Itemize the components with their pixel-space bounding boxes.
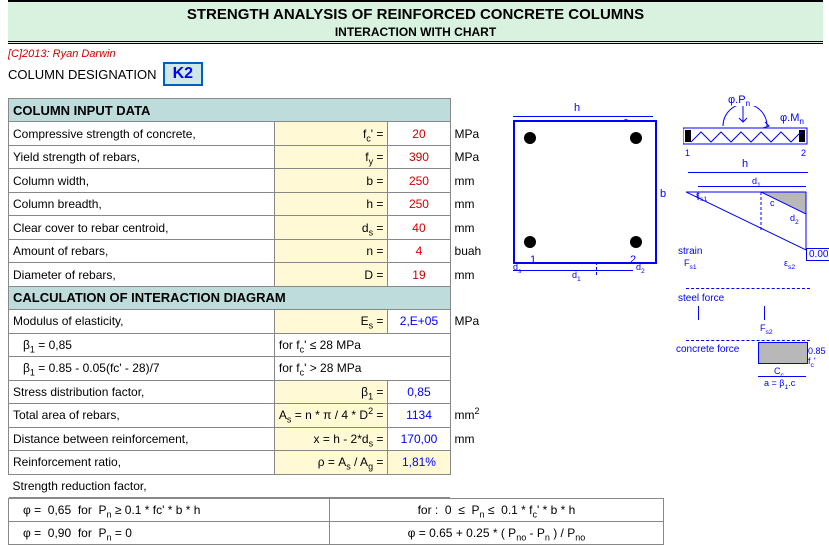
dim-h: h [574, 102, 580, 114]
phi-equation: φ = 0.65 + 0.25 * ( Pno - Pn ) / Pno [329, 522, 663, 545]
dim-h2: h [742, 158, 748, 170]
strain-label: strain [678, 246, 702, 257]
concrete-label: concrete force [676, 344, 739, 355]
unit-Es: MPa [450, 310, 497, 333]
svg-text:2: 2 [801, 148, 806, 158]
sym-Es: Es = [274, 310, 388, 333]
val-As: 1134 [388, 404, 450, 427]
cond-b1a: for fc' ≤ 28 MPa [274, 333, 450, 356]
lbl-Es: Modulus of elasticity, [9, 310, 275, 333]
phi-090: φ = 0,90 for Pn = 0 [9, 522, 330, 545]
sym-As: As = n * π / 4 * D2 = [274, 404, 388, 427]
val-h[interactable]: 250 [388, 192, 450, 215]
lbl-x: Distance between reinforcement, [9, 427, 275, 450]
sym-h: h = [274, 192, 388, 215]
lbl-b1: Stress distribution factor, [9, 380, 275, 403]
eps-003: 0.003 [806, 248, 829, 261]
unit-fy: MPa [450, 145, 497, 168]
phi-pn: φ.Pn [728, 94, 750, 106]
stress-block-icon [758, 342, 808, 364]
val-n[interactable]: 4 [388, 239, 450, 262]
unit-fc: MPa [450, 122, 497, 145]
Cc-label: Cc [774, 366, 784, 376]
dim-d1: d1 [572, 270, 581, 280]
val-fy[interactable]: 390 [388, 145, 450, 168]
val-D[interactable]: 19 [388, 263, 450, 286]
page-title: STRENGTH ANALYSIS OF REINFORCED CONCRETE… [8, 6, 823, 23]
lbl-b: Column width, [9, 169, 275, 192]
sym-n: n = [274, 239, 388, 262]
lbl-n: Amount of rebars, [9, 239, 275, 262]
unit-b: mm [450, 169, 497, 192]
section-head-input: COLUMN INPUT DATA [9, 99, 451, 122]
val-x: 170,00 [388, 427, 450, 450]
a-beta: a = β1.c [764, 378, 795, 388]
lbl-b1b: β1 = 0.85 - 0.05(fc' - 28)/7 [9, 357, 275, 380]
unit-h: mm [450, 192, 497, 215]
val-Es: 2,E+05 [388, 310, 450, 333]
lbl-b1a: β1 = 0,85 [9, 333, 275, 356]
val-ds[interactable]: 40 [388, 216, 450, 239]
Fs1-label: Fs1 [684, 258, 697, 268]
designation-label: COLUMN DESIGNATION [8, 67, 157, 82]
es2: εs2 [784, 258, 795, 268]
phi-for-range: for : 0 ≤ Pn ≤ 0.1 * fc' * b * h [329, 499, 663, 522]
unit-n: buah [450, 239, 497, 262]
designation-value[interactable]: K2 [163, 62, 203, 86]
copyright-text: [C]2013: Ryan Darwin [8, 48, 823, 60]
lbl-rho: Reinforcement ratio, [9, 451, 275, 474]
dim-d2: d2 [636, 262, 645, 272]
sym-ds: ds = [274, 216, 388, 239]
force-diagram-icon: 1 2 [683, 106, 813, 161]
phi-table: φ = 0,65 for Pn ≥ 0.1 * fc' * b * h for … [8, 498, 664, 545]
section-diagram: h c b ds 1 2 d1 d2 φ.Pn φ.Mn [508, 98, 818, 498]
unit-D: mm [450, 263, 497, 286]
lbl-ds: Clear cover to rebar centroid, [9, 216, 275, 239]
unit-x: mm [450, 427, 497, 450]
phi-065: φ = 0,65 for Pn ≥ 0.1 * fc' * b * h [9, 499, 330, 522]
val-b[interactable]: 250 [388, 169, 450, 192]
t085: 0.85 fc' [808, 346, 826, 366]
Fs2-label: Fs2 [760, 323, 773, 333]
num-1a: 1 [530, 254, 536, 266]
sym-fc: fc' = [274, 122, 388, 145]
steel-label: steel force [678, 293, 724, 304]
sym-b1: β1 = [274, 380, 388, 403]
unit-As: mm2 [450, 404, 497, 427]
sym-fy: fy = [274, 145, 388, 168]
section-head-calc: CALCULATION OF INTERACTION DIAGRAM [9, 286, 451, 309]
lbl-fy: Yield strength of rebars, [9, 145, 275, 168]
sym-rho: ρ = As / Ag = [274, 451, 388, 474]
val-rho: 1,81% [388, 451, 450, 474]
page-subtitle: INTERACTION WITH CHART [8, 25, 823, 39]
svg-text:1: 1 [685, 148, 690, 158]
lbl-As: Total area of rebars, [9, 404, 275, 427]
lbl-fc: Compressive strength of concrete, [9, 122, 275, 145]
input-table: COLUMN INPUT DATA Compressive strength o… [8, 98, 498, 498]
sym-b: b = [274, 169, 388, 192]
sym-D: D = [274, 263, 388, 286]
lbl-h: Column breadth, [9, 192, 275, 215]
val-b1: 0,85 [388, 380, 450, 403]
sym-x: x = h - 2*ds = [274, 427, 388, 450]
dim-c2: c [770, 198, 775, 208]
lbl-phi-head: Strength reduction factor, [9, 474, 451, 498]
dim-b: b [660, 188, 666, 200]
unit-ds: mm [450, 216, 497, 239]
dim-d2b: d2 [790, 213, 799, 223]
val-fc[interactable]: 20 [388, 122, 450, 145]
es1: εs1 [696, 190, 707, 200]
cond-b1b: for fc' > 28 MPa [274, 357, 450, 380]
dim-d1b: d1 [752, 176, 761, 186]
lbl-D: Diameter of rebars, [9, 263, 275, 286]
